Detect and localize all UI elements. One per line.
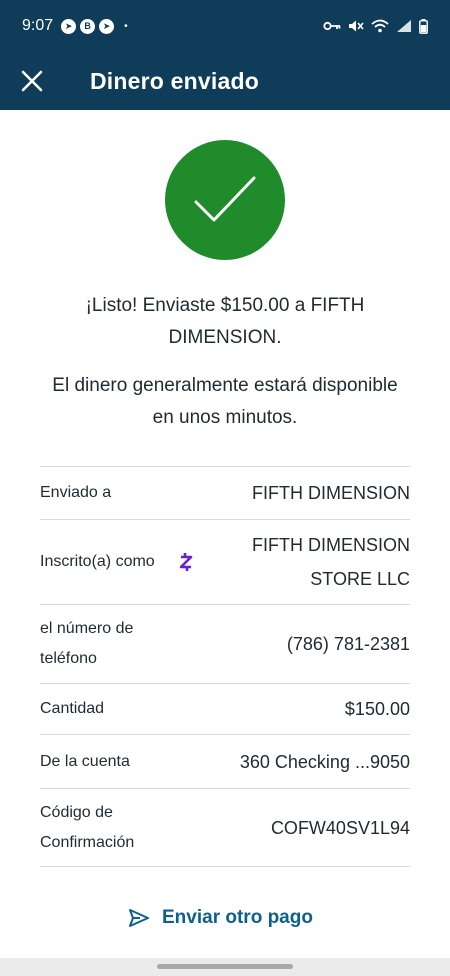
detail-row-account: De la cuenta 360 Checking ...9050 <box>40 735 410 789</box>
success-badge <box>165 140 285 260</box>
detail-label: Enviado a <box>40 484 112 501</box>
telegram-icon: ➤ <box>99 18 115 34</box>
detail-value: 360 Checking ...9050 <box>239 751 410 772</box>
detail-value: $150.00 <box>344 699 410 719</box>
mute-icon <box>349 20 364 32</box>
detail-value: FIFTH DIMENSION STORE LLC <box>252 535 410 589</box>
success-message: ¡Listo! Enviaste $150.00 a FIFTH DIMENSI… <box>85 295 365 348</box>
close-button[interactable] <box>0 52 64 110</box>
telegram-icon: ➤ <box>61 18 77 34</box>
notification-dot: • <box>124 20 128 32</box>
availability-message: El dinero generalmente estará disponible… <box>52 375 398 428</box>
zelle-icon <box>179 552 193 572</box>
send-icon <box>129 909 149 927</box>
send-another-payment-label: Enviar otro pago <box>162 907 313 928</box>
checkmark-icon <box>194 176 256 222</box>
detail-value: FIFTH DIMENSION <box>252 483 410 503</box>
detail-row-amount: Cantidad $150.00 <box>40 684 410 735</box>
home-handle[interactable] <box>157 964 293 969</box>
wifi-icon <box>371 19 389 33</box>
signal-icon <box>397 20 411 32</box>
detail-value: (786) 781-2381 <box>286 634 410 654</box>
page-title: Dinero enviado <box>90 67 259 94</box>
send-another-payment-button[interactable]: Enviar otro pago <box>128 907 313 929</box>
detail-label: De la cuenta <box>40 752 130 770</box>
detail-label: Inscrito(a) como <box>40 553 155 570</box>
system-icons <box>323 18 428 34</box>
status-bar: 9:07 ➤ B ➤ • <box>0 0 450 52</box>
detail-label: Cantidad <box>40 700 105 717</box>
detail-row-recipient: Enviado a FIFTH DIMENSION <box>40 467 410 520</box>
system-nav-bar <box>0 958 450 976</box>
detail-label-wrap: Inscrito(a) como <box>40 547 193 577</box>
detail-row-confirmation-code: Código de Confirmación COFW40SV1L94 <box>40 789 410 867</box>
key-icon <box>323 21 341 31</box>
detail-label: el número de teléfono <box>40 620 134 667</box>
close-icon <box>21 70 43 92</box>
status-time: 9:07 <box>22 17 54 34</box>
detail-label: Código de Confirmación <box>40 803 135 851</box>
app-bar: Dinero enviado <box>0 52 450 110</box>
detail-row-enrolled-as: Inscrito(a) como FIFTH DIMENSION STORE L… <box>40 520 410 605</box>
detail-row-phone: el número de teléfono (786) 781-2381 <box>40 605 410 684</box>
b-icon: B <box>80 18 96 34</box>
details-list: Enviado a FIFTH DIMENSION Inscrito(a) co… <box>40 466 410 867</box>
battery-icon <box>419 18 428 34</box>
detail-value: COFW40SV1L94 <box>270 817 410 838</box>
